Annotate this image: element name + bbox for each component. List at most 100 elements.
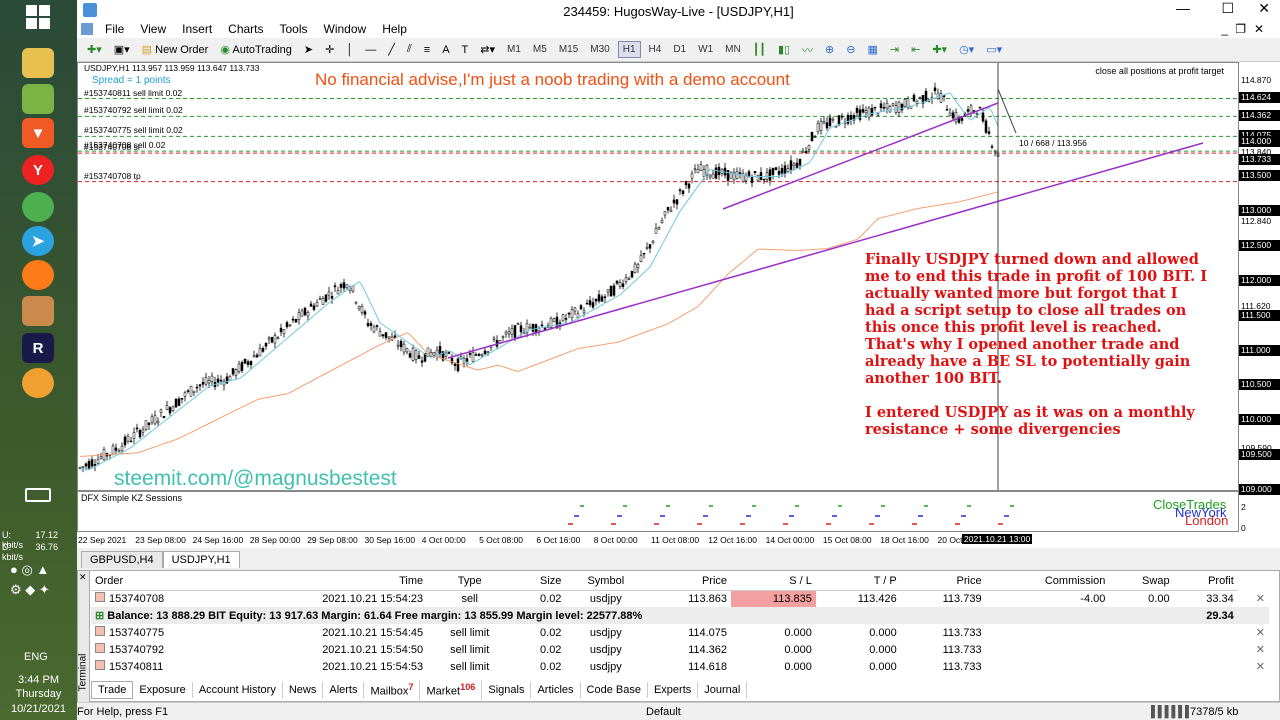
tab-usdjpy-h1[interactable]: USDJPY,H1 [162, 551, 240, 568]
keyboard-icon[interactable] [25, 488, 51, 502]
zoom-out-icon[interactable]: ⊖ [842, 40, 859, 59]
chrome-icon[interactable] [22, 192, 54, 222]
tf-h4[interactable]: H4 [645, 42, 666, 57]
candle-body [195, 386, 199, 389]
r-app-icon[interactable]: R [22, 333, 54, 363]
menu-file[interactable]: File [97, 22, 132, 36]
brave-icon[interactable]: ▼ [22, 118, 54, 148]
table-row[interactable]: 153740792 2021.10.21 15:54:50 sell limit 0.… [91, 641, 1269, 658]
col-header[interactable]: Order [91, 573, 231, 591]
table-row[interactable]: 153740708 2021.10.21 15:54:23 sell 0.02 usdj… [91, 590, 1269, 607]
terminal-tab-articles[interactable]: Articles [531, 682, 581, 698]
menu-charts[interactable]: Charts [220, 22, 271, 36]
terminal-sidebar[interactable]: ✕ Terminal [77, 571, 90, 703]
minimize-button[interactable]: — [1176, 0, 1190, 16]
price-chart[interactable]: USDJPY,H1 113.957 113.959 113.647 113.73… [77, 62, 1239, 491]
col-header[interactable]: Price [646, 573, 732, 591]
terminal-tab-journal[interactable]: Journal [698, 682, 748, 698]
zoom-in-icon[interactable]: ⊕ [821, 40, 838, 59]
chart-shift-icon[interactable]: ⇤ [907, 40, 924, 59]
avatar-app-icon[interactable] [22, 296, 54, 326]
terminal-tab-exposure[interactable]: Exposure [133, 682, 193, 698]
tf-h1[interactable]: H1 [617, 41, 641, 58]
tf-m5[interactable]: M5 [529, 42, 551, 57]
horizontal-line-icon[interactable]: — [361, 41, 380, 59]
fibo-icon[interactable]: ≡ [420, 41, 434, 59]
tf-m1[interactable]: M1 [503, 42, 525, 57]
new-order-button[interactable]: ▤ New Order [138, 40, 213, 59]
tab-gbpusd-h4[interactable]: GBPUSD,H4 [81, 551, 163, 568]
yandex-icon[interactable]: Y [22, 155, 54, 185]
terminal-tab-experts[interactable]: Experts [648, 682, 699, 698]
menu-tools[interactable]: Tools [272, 22, 316, 36]
terminal-close-icon[interactable]: ✕ [79, 572, 87, 583]
col-header[interactable]: Size [512, 573, 566, 591]
terminal-tab-mailbox[interactable]: Mailbox7 [364, 680, 421, 700]
close-order-icon[interactable]: ✕ [1238, 658, 1269, 675]
paint-icon[interactable] [22, 368, 54, 398]
close-order-icon[interactable]: ✕ [1238, 641, 1269, 658]
terminal-tab-signals[interactable]: Signals [482, 682, 532, 698]
folder-icon[interactable] [22, 48, 54, 78]
terminal-tab-alerts[interactable]: Alerts [323, 682, 365, 698]
close-order-icon[interactable]: ✕ [1238, 590, 1269, 607]
indicator-pane[interactable]: DFX Simple KZ Sessions CloseTrades NewYo… [77, 491, 1239, 532]
col-header[interactable]: T / P [815, 573, 901, 591]
line-chart-icon[interactable]: 〰 [798, 39, 817, 61]
cursor-icon[interactable]: ➤ [300, 40, 317, 59]
terminal-tab-trade[interactable]: Trade [91, 681, 134, 699]
child-close-button[interactable]: ✕ [1246, 22, 1272, 36]
bar-chart-icon[interactable]: ┃┃ [749, 40, 770, 59]
tf-m15[interactable]: M15 [555, 42, 582, 57]
language-indicator[interactable]: ENG [24, 651, 48, 663]
telegram-icon[interactable]: ➤ [22, 226, 54, 256]
vertical-line-icon[interactable]: │ [342, 41, 357, 59]
terminal-tab-market[interactable]: Market106 [420, 680, 483, 700]
col-header[interactable]: Profit [1173, 573, 1238, 591]
col-header[interactable]: Time [230, 573, 428, 591]
label-icon[interactable]: T [458, 41, 473, 59]
terminal-tab-news[interactable]: News [283, 682, 324, 698]
chart-doc-icon[interactable] [81, 23, 93, 35]
col-header[interactable]: Commission [985, 573, 1110, 591]
table-row[interactable]: 153740775 2021.10.21 15:54:45 sell limit 0.… [91, 624, 1269, 641]
menu-view[interactable]: View [132, 22, 174, 36]
y-axis[interactable]: 114.870114.350113.840113.500113.000112.8… [1239, 62, 1280, 548]
notepad-icon[interactable] [22, 84, 54, 114]
terminal-tab-account-history[interactable]: Account History [193, 682, 283, 698]
col-header[interactable]: Price [900, 573, 986, 591]
menu-help[interactable]: Help [374, 22, 415, 36]
close-order-icon[interactable]: ✕ [1238, 624, 1269, 641]
col-header[interactable]: Type [427, 573, 513, 591]
arrows-icon[interactable]: ⇄▾ [476, 40, 499, 59]
channel-icon[interactable]: ⫽ [403, 40, 416, 59]
tf-m30[interactable]: M30 [586, 42, 613, 57]
menu-window[interactable]: Window [316, 22, 375, 36]
maximize-button[interactable]: ☐ [1221, 0, 1234, 17]
new-chart-icon[interactable]: ✚▾ [83, 40, 106, 59]
close-button[interactable]: ✕ [1258, 0, 1270, 17]
autotrading-button[interactable]: ◉ AutoTrading [216, 40, 296, 59]
table-row[interactable]: 153740811 2021.10.21 15:54:53 sell limit 0.… [91, 658, 1269, 675]
windows-start-icon[interactable] [26, 5, 50, 29]
text-icon[interactable]: A [438, 41, 453, 59]
periods-icon[interactable]: ◷▾ [955, 40, 978, 59]
autoscroll-icon[interactable]: ⇥ [886, 40, 903, 59]
tf-d1[interactable]: D1 [669, 42, 690, 57]
clock-time[interactable]: 3:44 PM [0, 674, 77, 686]
col-header[interactable]: Symbol [565, 573, 647, 591]
crosshair-icon[interactable]: ✛ [321, 40, 338, 59]
trendline-icon[interactable]: ╱ [384, 40, 399, 59]
candle-chart-icon[interactable]: ▮▯ [774, 40, 794, 59]
firefox-icon[interactable] [22, 260, 54, 290]
templates-icon[interactable]: ▭▾ [982, 40, 1006, 59]
indicators-icon[interactable]: ✚▾ [928, 40, 951, 59]
col-header[interactable]: S / L [731, 573, 816, 591]
terminal-tab-code-base[interactable]: Code Base [581, 682, 648, 698]
menu-insert[interactable]: Insert [174, 22, 220, 36]
tf-w1[interactable]: W1 [694, 42, 717, 57]
tf-mn[interactable]: MN [721, 42, 745, 57]
col-header[interactable]: Swap [1109, 573, 1174, 591]
profiles-icon[interactable]: ▣▾ [110, 40, 134, 59]
tile-windows-icon[interactable]: ▦ [863, 40, 881, 59]
